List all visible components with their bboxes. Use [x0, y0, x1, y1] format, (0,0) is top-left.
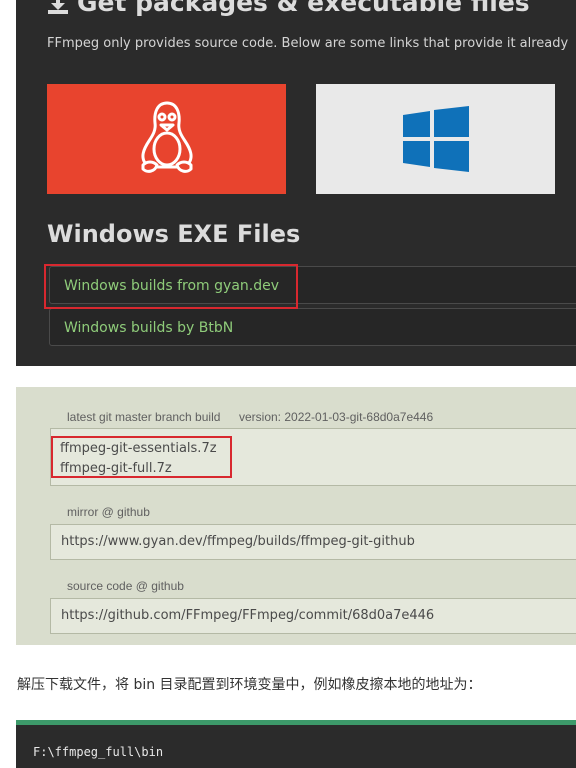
essentials-file-link[interactable]: ffmpeg-git-essentials.7z	[60, 441, 217, 456]
source-url-link[interactable]: https://github.com/FFmpeg/FFmpeg/commit/…	[61, 599, 434, 633]
source-label: source code @ github	[67, 579, 184, 593]
linux-tux-icon	[140, 101, 193, 173]
section-title-text: Get packages & executable files	[77, 0, 530, 17]
instruction-paragraph: 解压下载文件，将 bin 目录配置到环境变量中，例如橡皮擦本地的地址为：	[17, 677, 482, 693]
mirror-box: https://www.gyan.dev/ffmpeg/builds/ffmpe…	[50, 524, 576, 560]
source-box: https://github.com/FFmpeg/FFmpeg/commit/…	[50, 598, 576, 634]
linux-packages-tile[interactable]	[47, 84, 286, 194]
version-label: version: 2022-01-03-git-68d0a7e446	[239, 410, 434, 424]
code-block: F:\ffmpeg_full\bin	[16, 720, 576, 768]
windows-builds-btbn-link[interactable]: Windows builds by BtbN	[49, 308, 576, 346]
code-path: F:\ffmpeg_full\bin	[33, 745, 164, 759]
section-description: FFmpeg only provides source code. Below …	[47, 36, 569, 51]
windows-exe-heading: Windows EXE Files	[47, 220, 301, 248]
mirror-label: mirror @ github	[67, 505, 150, 519]
download-icon	[48, 0, 68, 14]
full-file-link[interactable]: ffmpeg-git-full.7z	[60, 461, 172, 476]
windows-packages-tile[interactable]	[316, 84, 555, 194]
windows-builds-gyan-link[interactable]: Windows builds from gyan.dev	[49, 266, 576, 304]
ffmpeg-download-section: Get packages & executable files FFmpeg o…	[16, 0, 576, 366]
build-label: latest git master branch build	[67, 410, 221, 424]
windows-logo-icon	[402, 106, 469, 172]
section-title: Get packages & executable files	[47, 0, 530, 17]
files-box	[50, 428, 576, 486]
gyan-builds-section: latest git master branch build version: …	[16, 387, 576, 645]
mirror-url-link[interactable]: https://www.gyan.dev/ffmpeg/builds/ffmpe…	[61, 525, 415, 559]
